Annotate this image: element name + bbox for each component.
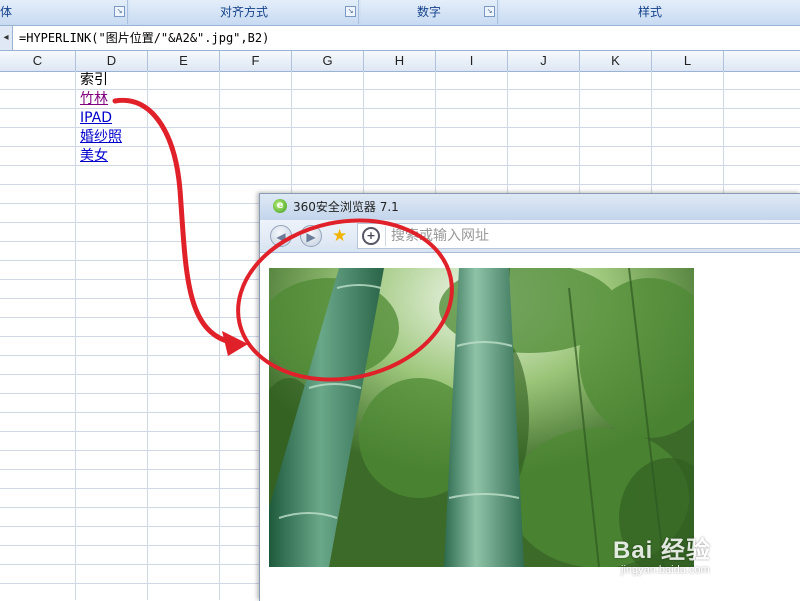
favorites-star-icon[interactable]: ★ bbox=[332, 225, 347, 247]
ribbon-group-alignment-label: 对齐方式 bbox=[219, 5, 268, 19]
hyperlink-cell[interactable]: 竹林 bbox=[80, 90, 108, 109]
column-header-i[interactable]: I bbox=[436, 51, 508, 71]
security-shield-icon[interactable]: + bbox=[362, 227, 380, 245]
hyperlink-cell[interactable]: IPAD bbox=[80, 109, 112, 128]
bamboo-photo-art bbox=[269, 268, 694, 567]
column-header-j[interactable]: J bbox=[508, 51, 580, 71]
formula-bar-splitter-icon[interactable]: ◂ bbox=[0, 26, 13, 50]
baidu-watermark: Bai 经验 jingyan.baidu.com bbox=[613, 530, 712, 576]
browser-logo-icon: e bbox=[273, 199, 287, 213]
ribbon-group-font-label: 体 bbox=[0, 5, 13, 19]
address-bar: + bbox=[357, 223, 800, 249]
ribbon-group-number: 数字 ↘ bbox=[361, 0, 498, 24]
address-input[interactable] bbox=[391, 224, 791, 248]
ribbon-group-number-label: 数字 bbox=[416, 5, 441, 19]
alignment-dialog-launcher-icon[interactable]: ↘ bbox=[345, 6, 356, 17]
font-dialog-launcher-icon[interactable]: ↘ bbox=[114, 6, 125, 17]
column-header-k[interactable]: K bbox=[580, 51, 652, 71]
browser-window: e 360安全浏览器 7.1 ◀ ▶ ★ + bbox=[259, 193, 800, 601]
formula-input[interactable]: =HYPERLINK("图片位置/"&A2&".jpg",B2) bbox=[19, 26, 269, 50]
column-header-l[interactable]: L bbox=[652, 51, 724, 71]
column-header-g[interactable]: G bbox=[292, 51, 364, 71]
column-header-c[interactable]: C bbox=[0, 51, 76, 71]
forward-arrow-icon[interactable]: ▶ bbox=[300, 225, 322, 247]
browser-title: 360安全浏览器 7.1 bbox=[293, 200, 399, 214]
back-arrow-icon[interactable]: ◀ bbox=[270, 225, 292, 247]
ribbon-group-styles: 样式 bbox=[500, 0, 800, 24]
ribbon-group-font: 体 ↘ bbox=[0, 0, 128, 24]
browser-toolbar: ◀ ▶ ★ + bbox=[260, 220, 800, 253]
bamboo-photo bbox=[269, 268, 694, 567]
ribbon-group-bar: 体 ↘ 对齐方式 ↘ 数字 ↘ 样式 bbox=[0, 0, 800, 26]
column-header-h[interactable]: H bbox=[364, 51, 436, 71]
cell-index-header[interactable]: 索引 bbox=[80, 71, 108, 90]
hyperlink-cell[interactable]: 美女 bbox=[80, 147, 108, 166]
hyperlink-cell[interactable]: 婚纱照 bbox=[80, 128, 122, 147]
column-headers: C D E F G H I J K L bbox=[0, 51, 800, 72]
ribbon-group-styles-label: 样式 bbox=[637, 5, 662, 19]
column-header-d[interactable]: D bbox=[76, 51, 148, 71]
column-header-e[interactable]: E bbox=[148, 51, 220, 71]
number-dialog-launcher-icon[interactable]: ↘ bbox=[484, 6, 495, 17]
browser-title-bar[interactable]: e 360安全浏览器 7.1 bbox=[260, 194, 800, 220]
column-header-m[interactable] bbox=[724, 51, 800, 71]
ribbon-group-alignment: 对齐方式 ↘ bbox=[130, 0, 359, 24]
column-header-f[interactable]: F bbox=[220, 51, 292, 71]
address-separator bbox=[385, 226, 386, 246]
watermark-url: jingyan.baidu.com bbox=[621, 564, 710, 576]
watermark-brand: Bai 经验 bbox=[613, 537, 712, 564]
formula-bar: ◂ =HYPERLINK("图片位置/"&A2&".jpg",B2) bbox=[0, 26, 800, 51]
